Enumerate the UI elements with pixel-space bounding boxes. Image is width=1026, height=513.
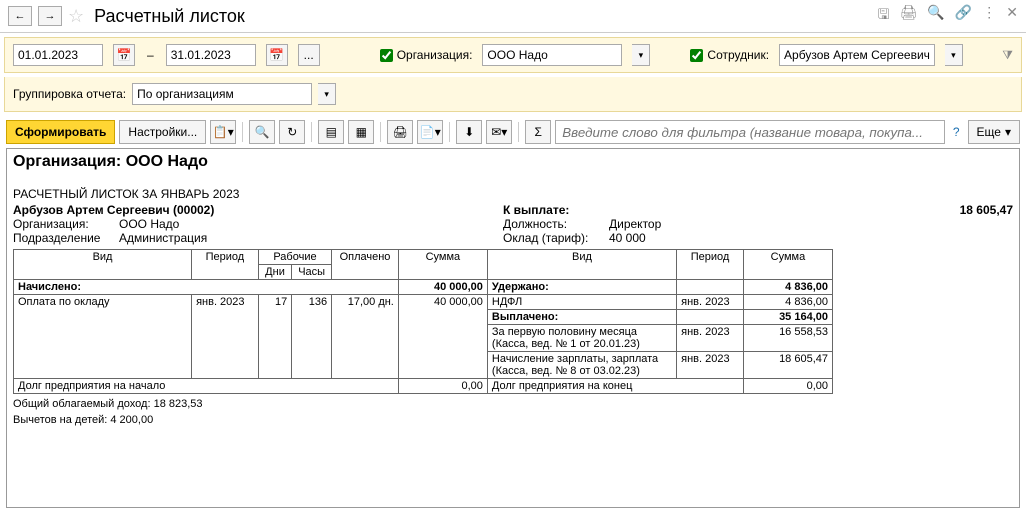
pay-amount: 18 605,47	[960, 203, 1013, 217]
expand-icon[interactable]: ▤	[318, 120, 344, 144]
favorite-icon[interactable]: ☆	[68, 6, 84, 27]
org-checkbox[interactable]	[380, 49, 393, 62]
report-emp-name: Арбузов Артем Сергеевич (00002)	[13, 203, 503, 217]
report-area: Организация: ООО Надо РАСЧЕТНЫЙ ЛИСТОК З…	[6, 148, 1020, 508]
more-button[interactable]: Еще ▾	[968, 120, 1020, 144]
email-button[interactable]: ✉▾	[486, 120, 512, 144]
date-from-cal-icon[interactable]: 📅	[113, 44, 135, 66]
payroll-table: Вид Период Рабочие Оплачено Сумма Вид Пе…	[13, 249, 833, 394]
close-icon[interactable]: ✕	[1006, 4, 1018, 28]
emp-dropdown-icon[interactable]: ▾	[945, 44, 963, 66]
save-icon[interactable]: 🖫	[878, 4, 890, 28]
group-dropdown-icon[interactable]: ▾	[318, 83, 336, 105]
report-org-title: Организация: ООО Надо	[13, 153, 1013, 171]
group-label: Группировка отчета:	[13, 87, 126, 101]
pos-label: Должность:	[503, 217, 603, 231]
org-select[interactable]: ООО Надо	[482, 44, 622, 66]
menu-icon[interactable]: ⋮	[982, 4, 996, 28]
settings-button[interactable]: Настройки...	[119, 120, 206, 144]
forward-button[interactable]: →	[38, 6, 62, 26]
emp-select[interactable]: Арбузов Артем Сергеевич	[779, 44, 935, 66]
print-icon[interactable]: 🖨	[900, 4, 918, 28]
back-button[interactable]: ←	[8, 6, 32, 26]
emp-checkbox[interactable]	[690, 49, 703, 62]
form-button[interactable]: Сформировать	[6, 120, 115, 144]
print-menu-icon[interactable]: 📄▾	[417, 120, 443, 144]
info-dept-value: Администрация	[119, 231, 207, 245]
report-sheet-title: РАСЧЕТНЫЙ ЛИСТОК ЗА ЯНВАРЬ 2023	[13, 187, 1013, 201]
save-button[interactable]: ⬇	[456, 120, 482, 144]
footer-deduct: Вычетов на детей: 4 200,00	[13, 414, 1013, 426]
emp-label: Сотрудник:	[707, 48, 769, 62]
date-from-input[interactable]	[13, 44, 103, 66]
filter-icon[interactable]: ⧩	[1002, 48, 1013, 63]
footer-income: Общий облагаемый доход: 18 823,53	[13, 398, 1013, 410]
print-button[interactable]: 🖨	[387, 120, 413, 144]
pos-value: Директор	[609, 217, 661, 231]
org-dropdown-icon[interactable]: ▾	[632, 44, 650, 66]
pay-label: К выплате:	[503, 203, 569, 217]
info-org-label: Организация:	[13, 217, 113, 231]
preview-icon[interactable]: 🔍	[927, 4, 944, 28]
sum-icon[interactable]: Σ	[525, 120, 551, 144]
date-to-input[interactable]	[166, 44, 256, 66]
info-dept-label: Подразделение	[13, 231, 113, 245]
salary-label: Оклад (тариф):	[503, 231, 603, 245]
help-link[interactable]: ?	[949, 125, 964, 139]
salary-value: 40 000	[609, 231, 646, 245]
page-title: Расчетный листок	[94, 6, 872, 27]
link-icon[interactable]: 🔗	[955, 4, 972, 28]
group-select[interactable]: По организациям	[132, 83, 312, 105]
refresh-icon[interactable]: ↻	[279, 120, 305, 144]
search-input[interactable]	[555, 120, 945, 144]
info-org-value: ООО Надо	[119, 217, 179, 231]
date-dash: –	[147, 48, 154, 62]
copy-settings-button[interactable]: 📋▾	[210, 120, 236, 144]
date-to-cal-icon[interactable]: 📅	[266, 44, 288, 66]
find-icon[interactable]: 🔍	[249, 120, 275, 144]
org-label: Организация:	[397, 48, 473, 62]
date-period-button[interactable]: ...	[298, 44, 320, 66]
collapse-icon[interactable]: ▦	[348, 120, 374, 144]
